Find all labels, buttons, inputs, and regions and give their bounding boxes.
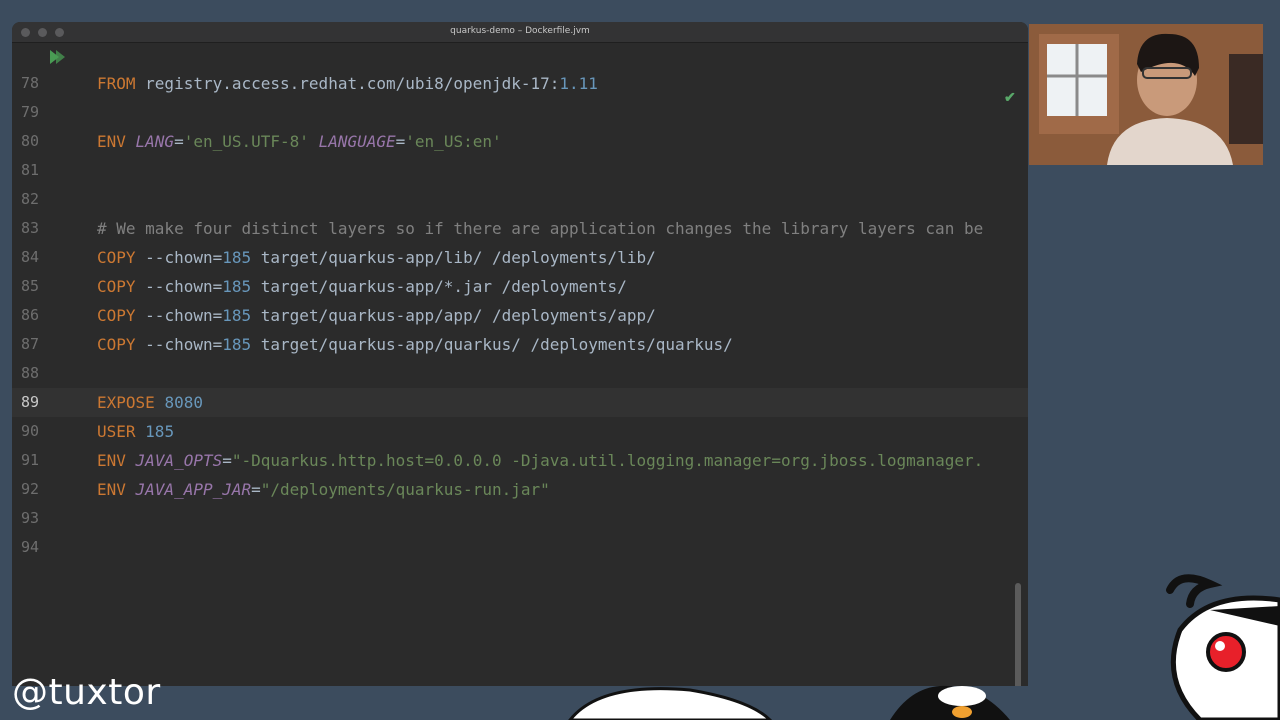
code-token: JAVA_OPTS <box>135 451 223 470</box>
code-line[interactable]: 93 <box>12 504 1028 533</box>
code-line[interactable]: 85 COPY --chown=185 target/quarkus-app/*.… <box>12 272 1028 301</box>
line-number: 79 <box>20 103 39 121</box>
code-text: COPY --chown=185 target/quarkus-app/lib/… <box>97 243 656 272</box>
code-line[interactable]: 89 EXPOSE 8080 <box>12 388 1028 417</box>
code-line[interactable]: 86 COPY --chown=185 target/quarkus-app/ap… <box>12 301 1028 330</box>
title-bar: quarkus-demo – Dockerfile.jvm <box>12 22 1028 43</box>
line-number: 83 <box>20 219 39 237</box>
line-number: 84 <box>20 248 39 266</box>
code-token: 185 <box>222 248 252 267</box>
code-token: "-Dquarkus.http.host=0.0.0.0 -Djava.util… <box>231 451 984 470</box>
code-token: = <box>251 480 261 499</box>
code-editor[interactable]: 78 FROM registry.access.redhat.com/ubi8/o… <box>12 43 1028 686</box>
line-number: 92 <box>20 480 39 498</box>
code-token: ENV <box>97 132 136 151</box>
code-text: FROM registry.access.redhat.com/ubi8/ope… <box>97 69 598 98</box>
window-title: quarkus-demo – Dockerfile.jvm <box>450 26 590 36</box>
duke-mascot-graphic <box>1166 574 1280 720</box>
code-token: "/deployments/quarkus-run.jar" <box>260 480 550 499</box>
code-token: --chown= <box>145 335 223 354</box>
code-line[interactable]: 87 COPY --chown=185 target/quarkus-app/qu… <box>12 330 1028 359</box>
code-token: 185 <box>222 335 252 354</box>
code-token: EXPOSE <box>97 393 165 412</box>
line-number: 81 <box>20 161 39 179</box>
code-token: LANG <box>135 132 175 151</box>
code-text: COPY --chown=185 target/quarkus-app/app/… <box>97 301 656 330</box>
code-token: COPY <box>97 306 146 325</box>
code-line[interactable]: 83 # We make four distinct layers so if t… <box>12 214 1028 243</box>
code-token: 185 <box>222 306 252 325</box>
code-line[interactable]: 78 FROM registry.access.redhat.com/ubi8/o… <box>12 69 1028 98</box>
code-token: ENV <box>97 451 136 470</box>
watermark-handle: @tuxtor <box>12 672 161 713</box>
line-number: 94 <box>20 538 39 556</box>
code-token: COPY <box>97 248 146 267</box>
code-line[interactable]: 88 <box>12 359 1028 388</box>
code-token: registry.access.redhat.com/ubi8/openjdk-… <box>135 74 560 93</box>
line-number: 85 <box>20 277 39 295</box>
line-number: 89 <box>20 393 39 411</box>
line-number: 86 <box>20 306 39 324</box>
penguin-mascot-graphic <box>568 685 1010 720</box>
code-line[interactable]: 94 <box>12 533 1028 562</box>
code-token: # We make four distinct layers so if the… <box>97 219 984 238</box>
line-number: 78 <box>20 74 39 92</box>
code-text: ENV JAVA_OPTS="-Dquarkus.http.host=0.0.0… <box>97 446 983 475</box>
code-token: FROM <box>97 74 136 93</box>
ide-window: quarkus-demo – Dockerfile.jvm 78 FROM reg… <box>12 22 1028 686</box>
code-token: 8080 <box>164 393 203 412</box>
line-number: 88 <box>20 364 39 382</box>
code-token: JAVA_APP_JAR <box>135 480 252 499</box>
code-token: 'en_US:en' <box>405 132 502 151</box>
line-number: 87 <box>20 335 39 353</box>
code-token: COPY <box>97 277 146 296</box>
code-line[interactable]: 79 <box>12 98 1028 127</box>
check-icon: ✔ <box>1004 89 1016 105</box>
webcam-overlay <box>1029 24 1263 165</box>
code-token: --chown= <box>145 248 223 267</box>
code-token: ENV <box>97 480 136 499</box>
code-line[interactable]: 81 <box>12 156 1028 185</box>
code-text: USER 185 <box>97 417 174 446</box>
code-text: EXPOSE 8080 <box>97 388 203 417</box>
run-gutter-icon[interactable] <box>49 49 67 65</box>
code-token: = <box>174 132 184 151</box>
line-number: 80 <box>20 132 39 150</box>
vertical-scrollbar[interactable] <box>1015 583 1021 686</box>
code-token: --chown= <box>145 306 223 325</box>
code-text: ENV LANG='en_US.UTF-8' LANGUAGE='en_US:e… <box>97 127 502 156</box>
line-number: 93 <box>20 509 39 527</box>
code-token: target/quarkus-app/lib/ /deployments/lib… <box>251 248 656 267</box>
code-token: LANGUAGE <box>318 132 396 151</box>
code-token: COPY <box>97 335 146 354</box>
code-text: ENV JAVA_APP_JAR="/deployments/quarkus-r… <box>97 475 550 504</box>
code-line[interactable]: 84 COPY --chown=185 target/quarkus-app/li… <box>12 243 1028 272</box>
code-token: = <box>395 132 406 151</box>
code-token: target/quarkus-app/*.jar /deployments/ <box>251 277 627 296</box>
code-token: --chown= <box>145 277 223 296</box>
line-number: 91 <box>20 451 39 469</box>
code-token: = <box>222 451 232 470</box>
code-token: USER <box>97 422 146 441</box>
code-token: target/quarkus-app/quarkus/ /deployments… <box>251 335 733 354</box>
code-line[interactable]: 82 <box>12 185 1028 214</box>
code-token: 'en_US.UTF-8' <box>183 132 309 151</box>
line-number: 82 <box>20 190 39 208</box>
code-line[interactable]: 80 ENV LANG='en_US.UTF-8' LANGUAGE='en_US… <box>12 127 1028 156</box>
line-number: 90 <box>20 422 39 440</box>
code-text: COPY --chown=185 target/quarkus-app/quar… <box>97 330 733 359</box>
code-line[interactable]: 91 ENV JAVA_OPTS="-Dquarkus.http.host=0.0… <box>12 446 1028 475</box>
code-text: COPY --chown=185 target/quarkus-app/*.ja… <box>97 272 627 301</box>
code-line[interactable]: 92 ENV JAVA_APP_JAR="/deployments/quarkus… <box>12 475 1028 504</box>
code-token: 185 <box>145 422 175 441</box>
code-token: 1.11 <box>559 74 598 93</box>
code-line[interactable]: 90 USER 185 <box>12 417 1028 446</box>
code-text: # We make four distinct layers so if the… <box>97 214 983 243</box>
code-token: 185 <box>222 277 252 296</box>
code-token: target/quarkus-app/app/ /deployments/app… <box>251 306 656 325</box>
